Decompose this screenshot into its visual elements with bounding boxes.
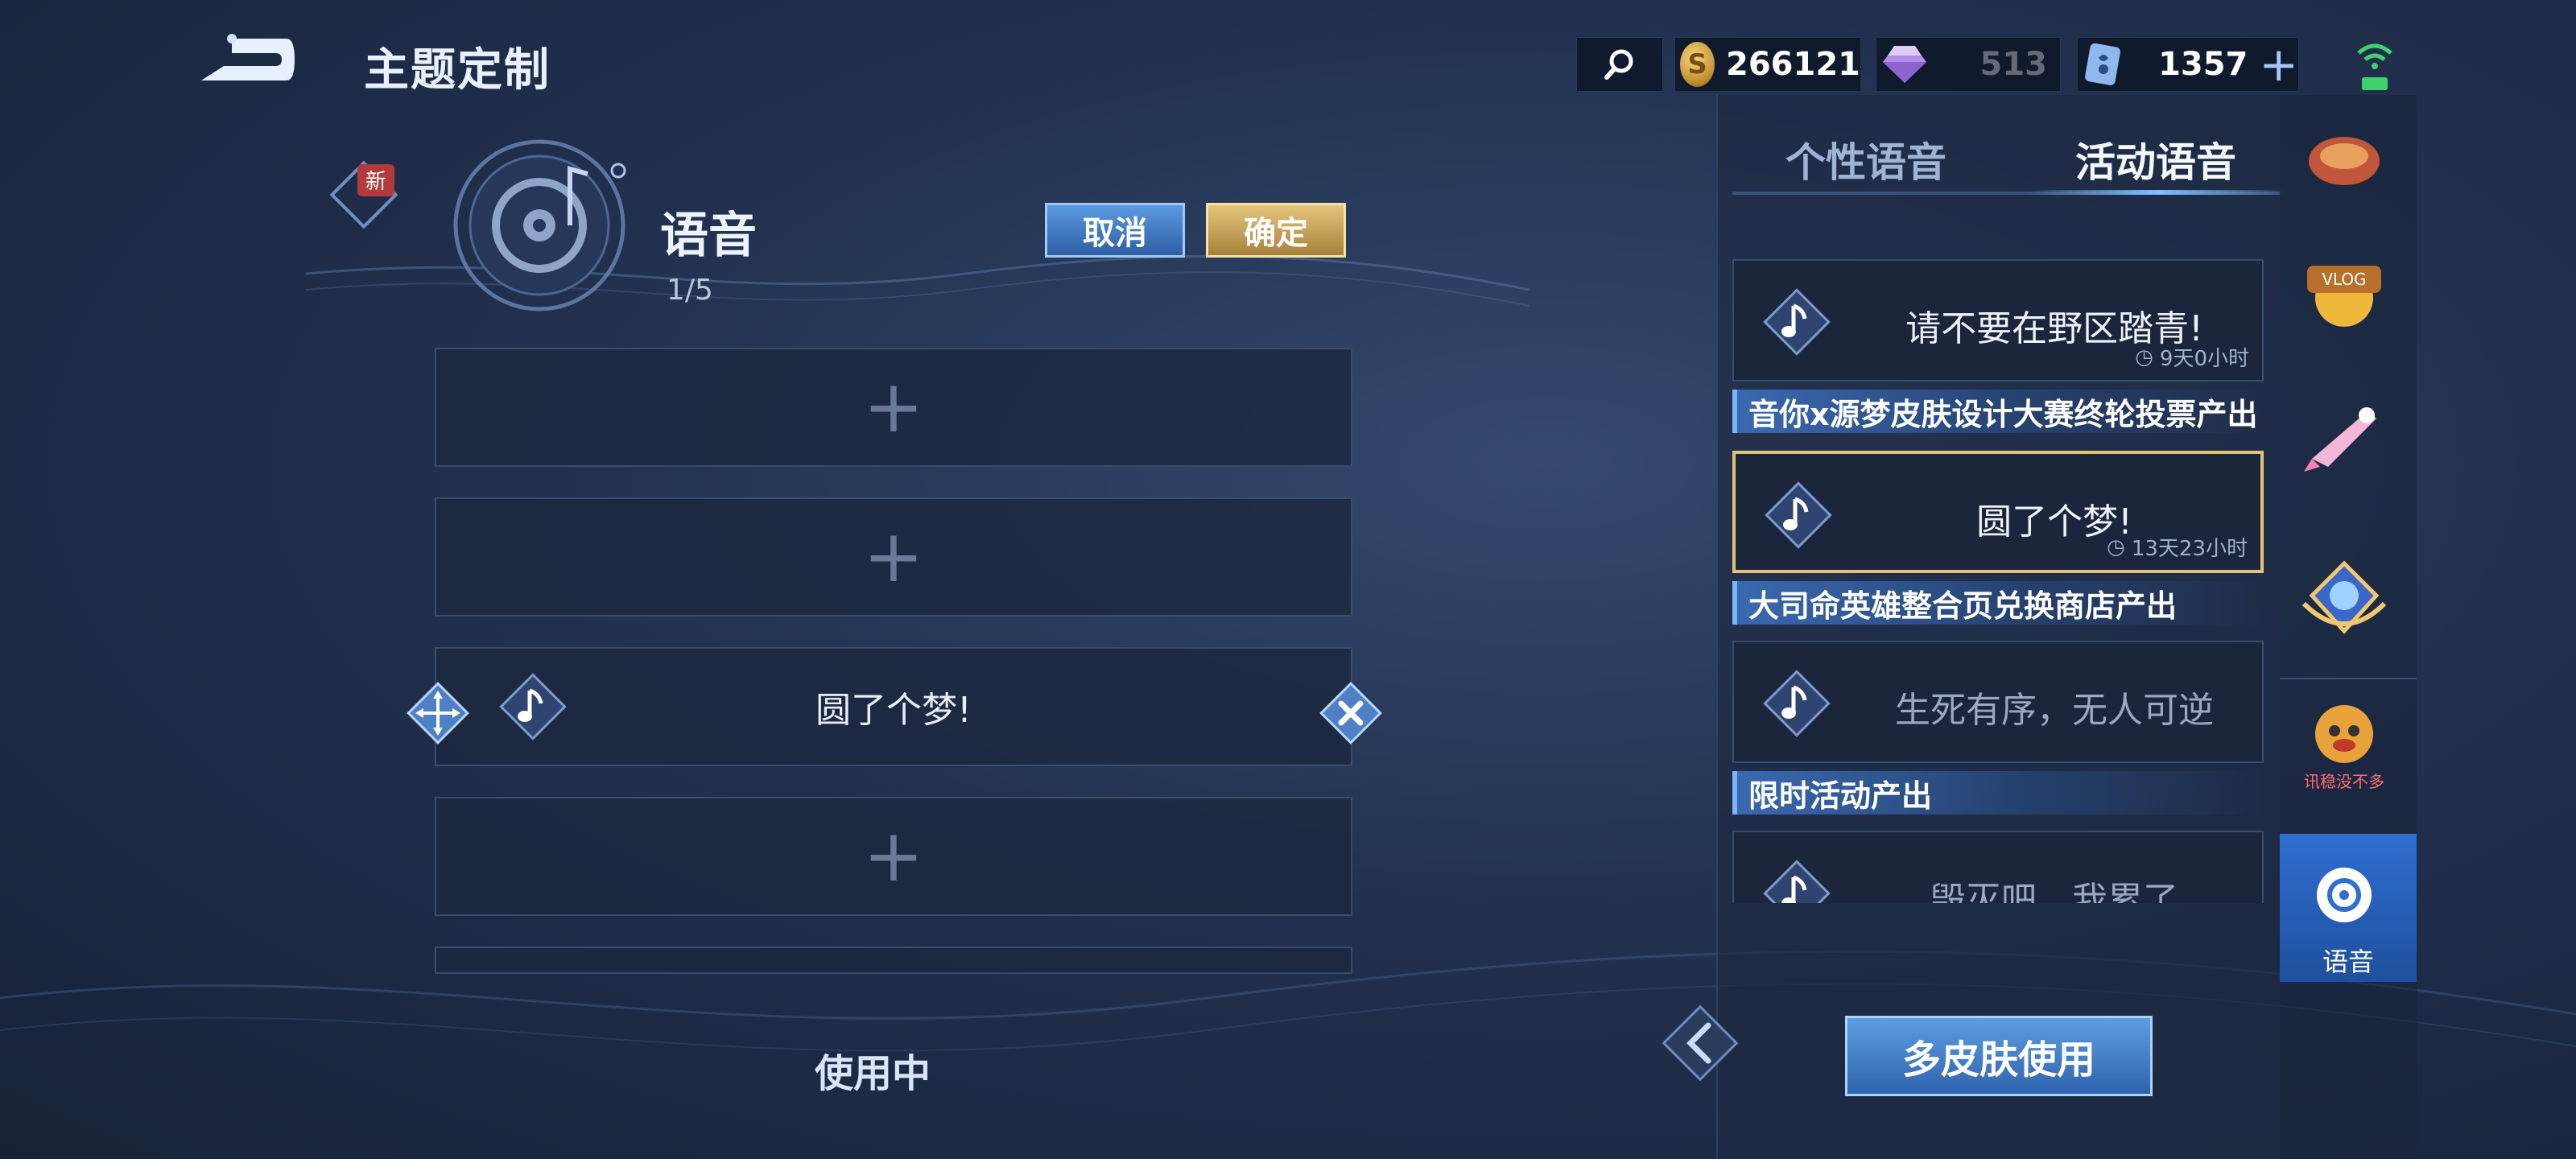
rail-divider xyxy=(2280,678,2417,679)
new-badge-icon: 新 xyxy=(330,161,398,229)
gold-currency: S 266121 xyxy=(1674,37,1861,92)
tab-event-voice[interactable]: 活动语音 xyxy=(2075,130,2236,188)
vlog-badge-icon[interactable]: VLOG xyxy=(2296,241,2392,338)
voice-list-panel xyxy=(1716,95,2280,1159)
voice-slot-2[interactable]: + xyxy=(435,497,1352,617)
voice-card-text: 生死有序，无人可逆 xyxy=(1895,690,2214,731)
collapse-panel-icon[interactable] xyxy=(1652,987,1748,1099)
diamond-icon xyxy=(1883,46,1926,83)
voice-card-timer: ◷ 13天23小时 xyxy=(2107,534,2248,562)
add-voice-icon: + xyxy=(863,814,924,898)
sticker-text: 讯稳没不多 xyxy=(2304,772,2384,791)
voice-slot-3[interactable]: 圆了个梦! xyxy=(435,647,1352,766)
voice-card[interactable]: 毁灭吧，我累了 xyxy=(1732,831,2264,903)
gold-coin-icon: S xyxy=(1680,42,1715,87)
wifi-battery-icon xyxy=(2357,43,2392,90)
add-voice-icon: + xyxy=(863,514,924,599)
voice-card-clip: 毁灭吧，我累了 xyxy=(1732,831,2264,903)
gem-currency: 513 xyxy=(1876,37,2061,92)
in-use-label: 使用中 xyxy=(815,1051,931,1096)
voice-section-title: 语音 xyxy=(660,208,757,264)
emote-icon[interactable] xyxy=(2296,121,2392,193)
coupon-amount: 1357 xyxy=(2158,46,2248,83)
voice-source-label: 大司命英雄整合页兑换商店产出 xyxy=(1732,581,2264,625)
search-icon xyxy=(1604,49,1633,80)
multi-skin-use-button[interactable]: 多皮肤使用 xyxy=(1845,1016,2153,1096)
page-title: 主题定制 xyxy=(364,44,551,97)
voice-slot-1[interactable]: + xyxy=(435,348,1352,467)
voice-disc-icon xyxy=(453,139,626,311)
tab-personal-voice[interactable]: 个性语音 xyxy=(1785,130,1946,188)
equipped-voice-text: 圆了个梦! xyxy=(815,690,972,731)
new-badge-text: 新 xyxy=(365,170,386,194)
gem-amount: 513 xyxy=(1979,46,2048,83)
coupon-currency: 1357 + xyxy=(2077,37,2299,92)
clock-icon: ◷ xyxy=(2135,344,2153,369)
cancel-button[interactable]: 取消 xyxy=(1045,203,1185,258)
voice-card[interactable]: 生死有序，无人可逆 xyxy=(1732,641,2264,763)
voice-source-label: 音你x源梦皮肤设计大赛终轮投票产出 xyxy=(1732,390,2264,433)
add-voice-icon: + xyxy=(863,365,924,449)
music-note-icon xyxy=(1765,481,1832,549)
voice-card[interactable]: 请不要在野区踏青! ◷ 9天0小时 xyxy=(1732,259,2264,382)
remove-voice-icon[interactable] xyxy=(1315,678,1386,749)
voice-card-selected[interactable]: 圆了个梦! ◷ 13天23小时 xyxy=(1732,451,2264,573)
voice-source-label: 限时活动产出 xyxy=(1732,771,2264,815)
coupon-icon xyxy=(2085,43,2120,85)
monkey-sticker-icon[interactable]: 讯稳没不多 xyxy=(2296,692,2392,797)
add-coupon-button[interactable]: + xyxy=(2259,41,2298,88)
move-handle-icon[interactable] xyxy=(402,678,473,749)
search-button[interactable] xyxy=(1576,37,1663,92)
voice-slot-4[interactable]: + xyxy=(435,797,1352,916)
svg-text:VLOG: VLOG xyxy=(2322,270,2366,289)
honor-crest-icon[interactable] xyxy=(2296,547,2392,644)
gold-amount: 266121 xyxy=(1726,46,1860,83)
clock-icon: ◷ xyxy=(2107,534,2125,559)
music-note-icon xyxy=(1763,288,1831,356)
rocket-icon[interactable] xyxy=(2296,386,2392,483)
music-note-icon xyxy=(1763,670,1831,737)
voice-disc-icon xyxy=(2317,868,2372,922)
voice-card-text: 毁灭吧，我累了 xyxy=(1930,880,2178,903)
tab-active-indicator xyxy=(2029,190,2286,195)
music-note-icon xyxy=(1763,860,1831,903)
confirm-button[interactable]: 确定 xyxy=(1206,203,1346,258)
rail-item-voice-label: 语音 xyxy=(2322,947,2374,977)
back-icon[interactable] xyxy=(192,31,298,89)
voice-slot-5[interactable] xyxy=(435,947,1352,974)
voice-slot-count: 1/5 xyxy=(667,274,713,307)
voice-card-timer: ◷ 9天0小时 xyxy=(2135,344,2249,372)
